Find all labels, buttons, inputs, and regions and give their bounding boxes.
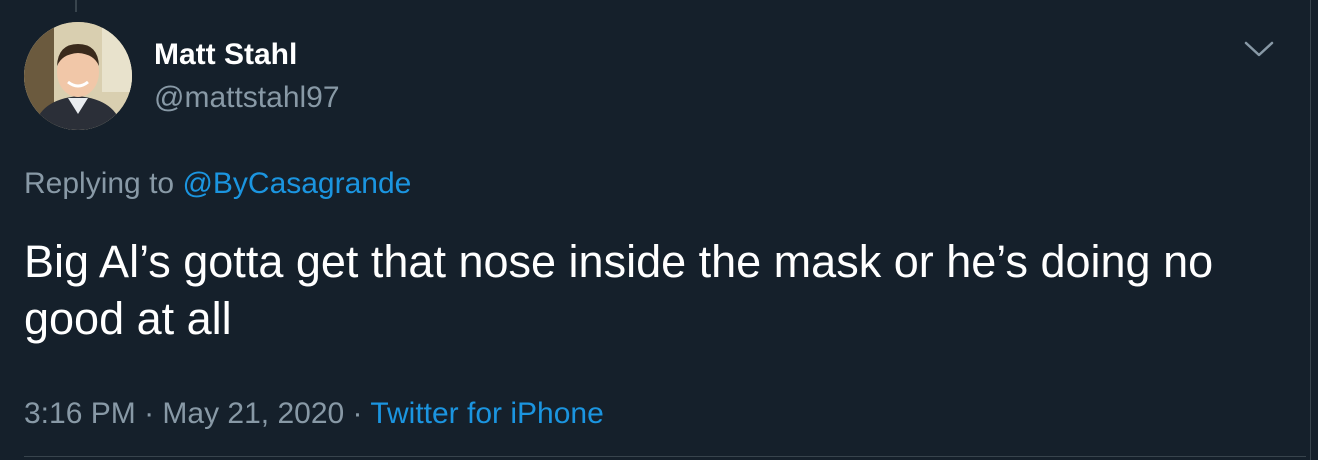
chevron-down-icon[interactable] bbox=[1241, 34, 1277, 64]
author-display-name[interactable]: Matt Stahl bbox=[154, 36, 297, 74]
tweet-text: Big Al’s gotta get that nose inside the … bbox=[24, 236, 1214, 344]
thread-connector-line bbox=[75, 0, 77, 12]
replying-to-line: Replying to @ByCasagrande bbox=[24, 165, 411, 203]
replying-to-label: Replying to bbox=[24, 167, 183, 200]
avatar-photo bbox=[24, 22, 132, 130]
meta-separator: · bbox=[344, 397, 371, 430]
avatar[interactable] bbox=[24, 22, 132, 130]
meta-separator: · bbox=[135, 397, 163, 430]
reply-mention-link[interactable]: @ByCasagrande bbox=[182, 167, 411, 200]
tweet-source-link[interactable]: Twitter for iPhone bbox=[370, 397, 603, 430]
tweet-meta: 3:16 PM · May 21, 2020 · Twitter for iPh… bbox=[24, 395, 604, 433]
divider bbox=[24, 456, 1306, 457]
tweet-time[interactable]: 3:16 PM bbox=[24, 397, 136, 430]
tweet-date[interactable]: May 21, 2020 bbox=[162, 397, 344, 430]
column-border bbox=[1310, 0, 1311, 460]
author-handle[interactable]: @mattstahl97 bbox=[154, 79, 340, 117]
